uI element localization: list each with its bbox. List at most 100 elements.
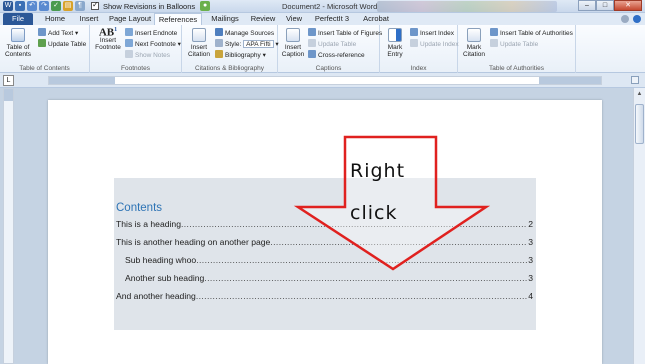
insert-index-button[interactable]: Insert Index: [410, 28, 454, 38]
document-title: Document2 - Microsoft Word: [282, 2, 378, 11]
update-index-icon: [410, 39, 418, 47]
group-label-footnotes: Footnotes: [121, 65, 150, 72]
insert-table-of-authorities-button[interactable]: Insert Table of Authorities: [490, 28, 573, 38]
table-of-contents[interactable]: Contents This is a heading2 This is anot…: [114, 178, 536, 330]
window-controls: – □ ✕: [578, 0, 642, 11]
mark-entry-icon: [388, 28, 402, 42]
toc-entry[interactable]: Sub heading whoo3: [125, 254, 533, 267]
document-page[interactable]: Contents This is a heading2 This is anot…: [48, 100, 602, 364]
ruler-row: L: [0, 73, 645, 88]
cross-reference-button[interactable]: Cross-reference: [308, 50, 365, 60]
left-margin: [49, 77, 115, 84]
group-index: Mark Entry Insert Index Update Index Ind…: [380, 25, 459, 73]
next-footnote-button[interactable]: Next Footnote ▾: [125, 39, 181, 49]
print-preview-icon[interactable]: ▤: [63, 1, 73, 11]
help-icon[interactable]: [633, 15, 641, 23]
update-table-icon: [38, 39, 46, 47]
insert-index-icon: [410, 28, 418, 36]
horizontal-ruler[interactable]: [48, 76, 602, 85]
blurred-region: [377, 1, 557, 12]
update-table-button[interactable]: Update Table: [38, 39, 86, 49]
add-text-button[interactable]: Add Text ▾: [38, 28, 78, 38]
right-margin: [539, 77, 601, 84]
tab-perfectit[interactable]: PerfectIt 3: [309, 13, 355, 25]
tab-acrobat[interactable]: Acrobat: [356, 13, 396, 25]
group-label-authorities: Table of Authorities: [489, 65, 544, 72]
toc-entry[interactable]: This is a heading2: [116, 218, 533, 231]
minimize-ribbon-icon[interactable]: [621, 15, 629, 23]
balloon-icon[interactable]: ●: [200, 1, 211, 11]
add-text-icon: [38, 28, 46, 36]
toc-entry[interactable]: And another heading4: [116, 290, 533, 303]
word-icon[interactable]: W: [3, 1, 13, 11]
vertical-scrollbar[interactable]: ▲: [633, 88, 645, 364]
spelling-icon[interactable]: ✓: [51, 1, 61, 11]
maximize-button[interactable]: □: [596, 0, 614, 11]
tab-file[interactable]: File: [3, 13, 33, 25]
table-of-contents-icon: [11, 28, 25, 42]
tab-insert[interactable]: Insert: [72, 13, 106, 25]
view-ruler-icon[interactable]: [631, 76, 639, 84]
save-icon[interactable]: ▪: [15, 1, 25, 11]
insert-caption-button[interactable]: Insert Caption: [280, 28, 306, 58]
toc-entry[interactable]: This is another heading on another page3: [116, 236, 533, 249]
show-notes-button[interactable]: Show Notes: [125, 50, 170, 60]
style-dropdown[interactable]: Style: APA Fifti ▾: [215, 39, 279, 49]
tab-home[interactable]: Home: [38, 13, 72, 25]
group-footnotes: AB1 Insert Footnote Insert Endnote Next …: [90, 25, 182, 73]
insert-footnote-button[interactable]: AB1 Insert Footnote: [93, 27, 123, 51]
cross-reference-icon: [308, 50, 316, 58]
group-label-citations: Citations & Bibliography: [194, 65, 264, 72]
update-table-figures-button[interactable]: Update Table: [308, 39, 356, 49]
group-label-index: Index: [410, 65, 427, 72]
vertical-ruler[interactable]: [3, 88, 14, 364]
ribbon-controls: [621, 15, 641, 23]
group-citations: Insert Citation Manage Sources Style: AP…: [182, 25, 279, 73]
insert-table-of-figures-button[interactable]: Insert Table of Figures: [308, 28, 382, 38]
tab-view[interactable]: View: [280, 13, 308, 25]
table-of-contents-button[interactable]: Table of Contents: [3, 28, 33, 58]
group-table-of-authorities: Mark Citation Insert Table of Authoritie…: [458, 25, 576, 73]
tab-mailings[interactable]: Mailings: [205, 13, 245, 25]
insert-citation-button[interactable]: Insert Citation: [184, 28, 214, 58]
table-of-authorities-icon: [490, 28, 498, 36]
annotation-click-text: click: [350, 202, 398, 224]
annotation-right-text: Right: [350, 160, 406, 182]
tab-selector[interactable]: L: [3, 75, 14, 86]
mark-entry-button[interactable]: Mark Entry: [382, 28, 408, 58]
title-bar: W ▪ ↶ ↷ ✓ ▤ ¶ Show Revisions in Balloons…: [0, 0, 645, 13]
tab-page-layout[interactable]: Page Layout: [106, 13, 154, 25]
undo-icon[interactable]: ↶: [27, 1, 37, 11]
insert-endnote-icon: [125, 28, 133, 36]
insert-endnote-button[interactable]: Insert Endnote: [125, 28, 177, 38]
bibliography-button[interactable]: Bibliography ▾: [215, 50, 266, 60]
document-area: Contents This is a heading2 This is anot…: [0, 88, 645, 364]
style-select[interactable]: APA Fifti: [243, 40, 274, 48]
tab-references[interactable]: References: [154, 13, 202, 25]
minimize-button[interactable]: –: [578, 0, 596, 11]
show-revisions-label: Show Revisions in Balloons: [103, 1, 196, 11]
insert-citation-icon: [192, 28, 206, 42]
manage-sources-button[interactable]: Manage Sources: [215, 28, 274, 38]
scroll-up-icon[interactable]: ▲: [635, 90, 644, 99]
toc-entry[interactable]: Another sub heading3: [125, 272, 533, 285]
update-table-authorities-icon: [490, 39, 498, 47]
bibliography-icon: [215, 50, 223, 58]
update-table-authorities-button[interactable]: Update Table: [490, 39, 538, 49]
show-notes-icon: [125, 50, 133, 58]
scrollbar-thumb[interactable]: [635, 104, 644, 144]
tab-review[interactable]: Review: [247, 13, 279, 25]
quick-access-toolbar: W ▪ ↶ ↷ ✓ ▤ ¶ Show Revisions in Balloons…: [3, 0, 211, 11]
insert-caption-icon: [286, 28, 300, 42]
update-index-button[interactable]: Update Index: [410, 39, 459, 49]
redo-icon[interactable]: ↷: [39, 1, 49, 11]
group-captions: Insert Caption Insert Table of Figures U…: [278, 25, 382, 73]
track-changes-icon[interactable]: ¶: [75, 1, 85, 11]
mark-citation-button[interactable]: Mark Citation: [460, 28, 488, 58]
group-label-toc: Table of Contents: [19, 65, 70, 72]
show-revisions-checkbox[interactable]: [91, 0, 99, 10]
next-footnote-icon: [125, 39, 133, 47]
table-of-figures-icon: [308, 28, 316, 36]
close-button[interactable]: ✕: [614, 0, 642, 11]
group-label-captions: Captions: [315, 65, 342, 72]
